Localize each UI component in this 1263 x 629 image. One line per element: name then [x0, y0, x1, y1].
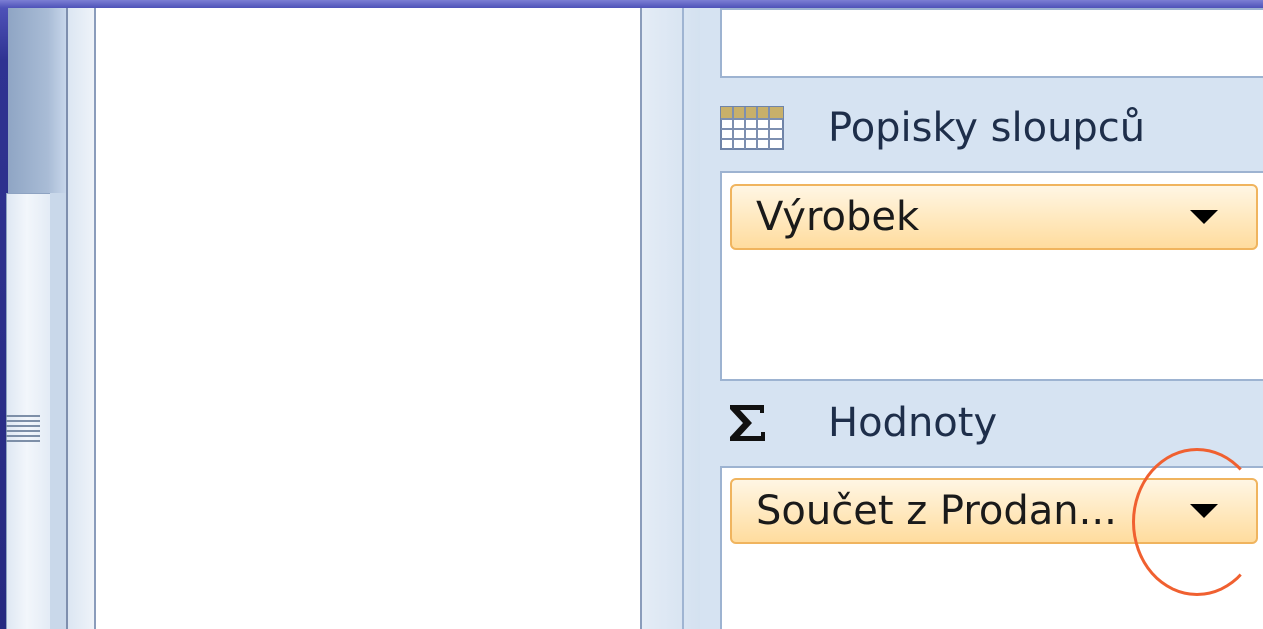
- gutter-strip: [68, 8, 96, 629]
- column-labels-grid-icon: [720, 106, 784, 150]
- upper-drop-area[interactable]: [720, 8, 1263, 78]
- scrollbar-track-top: [8, 8, 66, 193]
- worksheet-area[interactable]: [96, 8, 640, 629]
- values-title: Hodnoty: [828, 400, 998, 446]
- scrollbar-thumb[interactable]: [6, 193, 50, 629]
- highlight-circle-annotation: [1132, 448, 1262, 596]
- field-chip-vyrobek[interactable]: Výrobek: [730, 184, 1258, 250]
- grip-icon[interactable]: [6, 415, 40, 445]
- field-chip-label: Součet z Prodan...: [756, 488, 1117, 534]
- field-chip-label: Výrobek: [756, 194, 920, 240]
- dropdown-arrow-icon[interactable]: [1190, 210, 1218, 224]
- sigma-icon: [720, 401, 784, 445]
- column-labels-title: Popisky sloupců: [828, 105, 1146, 151]
- values-header: Hodnoty: [720, 393, 997, 453]
- pane-gap-border: [682, 8, 684, 629]
- column-labels-header: Popisky sloupců: [720, 98, 1145, 158]
- pane-gap: [642, 8, 700, 629]
